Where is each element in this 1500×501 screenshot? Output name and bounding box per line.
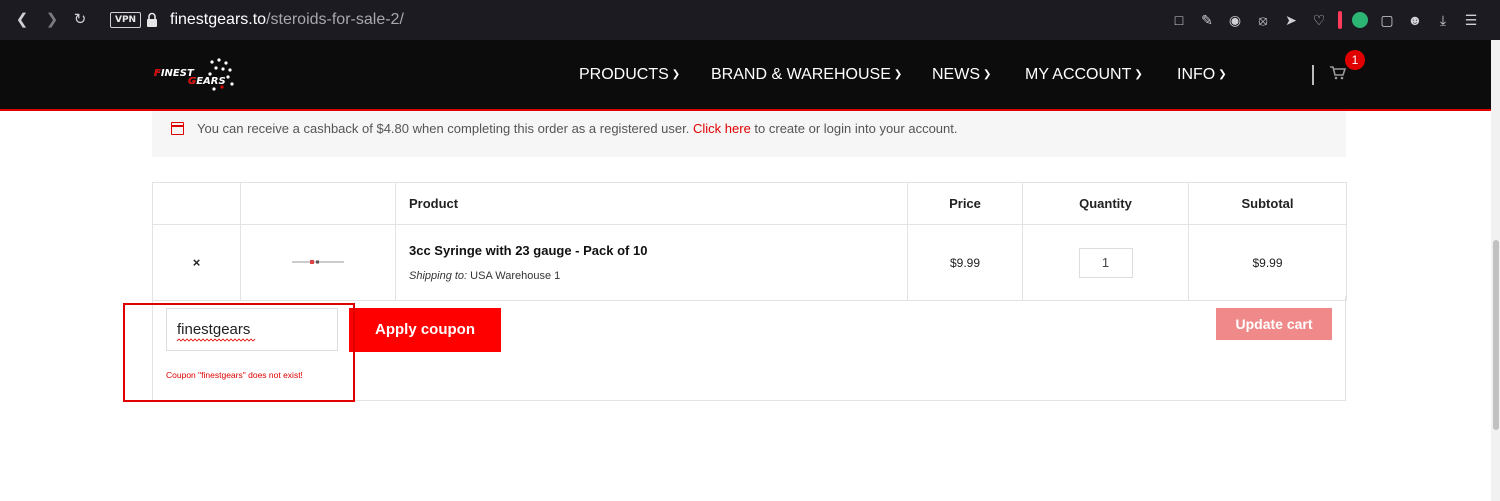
col-header-thumbnail xyxy=(240,182,396,225)
send-icon[interactable]: ➤ xyxy=(1282,11,1300,29)
chevron-down-icon: ❯ xyxy=(983,69,992,80)
browser-toolbar: ❮ ❯ ↻ VPN finestgears.to/steroids-for-sa… xyxy=(0,0,1500,40)
cart-table: Product Price Quantity Subtotal × 3cc Sy… xyxy=(152,182,1347,301)
apply-coupon-button[interactable]: Apply coupon xyxy=(349,308,501,352)
cube-icon[interactable]: ▢ xyxy=(1378,11,1396,29)
col-header-remove xyxy=(152,182,241,225)
account-icon[interactable]: ☻ xyxy=(1406,11,1424,29)
svg-text:G: G xyxy=(188,76,196,87)
chevron-down-icon: ❯ xyxy=(893,69,903,80)
toolbar-icons: □ ✎ ◉ ⦻ ➤ ♡ ▢ ☻ ⤓ ☰ xyxy=(1170,10,1480,30)
cart-icon[interactable] xyxy=(1330,66,1346,80)
product-thumbnail-cell xyxy=(240,224,396,301)
site-logo[interactable]: FINEST GEARS F G xyxy=(152,54,236,94)
address-bar[interactable]: finestgears.to/steroids-for-sale-2/ xyxy=(170,10,404,30)
menu-icon[interactable]: ☰ xyxy=(1462,11,1480,29)
nav-products[interactable]: PRODUCTS ❯ xyxy=(579,64,680,86)
nav-divider xyxy=(1312,65,1314,85)
edit-icon[interactable]: ✎ xyxy=(1198,11,1216,29)
product-name-link[interactable]: 3cc Syringe with 23 gauge - Pack of 10 xyxy=(409,243,894,258)
col-header-quantity: Quantity xyxy=(1022,182,1189,225)
nav-brand-label: BRAND & WAREHOUSE xyxy=(711,66,891,83)
remove-item-button[interactable]: × xyxy=(152,224,241,301)
nav-info-label: INFO xyxy=(1177,66,1216,83)
reload-icon[interactable]: ↻ xyxy=(70,10,90,30)
nav-my-account[interactable]: MY ACCOUNT ❯ xyxy=(1025,64,1143,86)
annotation-highlight-box xyxy=(123,303,355,402)
col-header-price: Price xyxy=(907,182,1023,225)
heart-icon[interactable]: ♡ xyxy=(1310,11,1328,29)
notice-link[interactable]: Click here xyxy=(693,121,751,136)
chevron-down-icon: ❯ xyxy=(1134,69,1143,80)
quantity-input[interactable] xyxy=(1078,247,1133,278)
download-icon[interactable]: ⤓ xyxy=(1434,11,1452,29)
product-thumbnail[interactable] xyxy=(290,257,346,267)
nav-news[interactable]: NEWS ❯ xyxy=(932,64,991,86)
notice-icon xyxy=(171,122,184,135)
chevron-down-icon: ❯ xyxy=(671,69,681,80)
quantity-cell xyxy=(1022,224,1189,301)
url-path: /steroids-for-sale-2/ xyxy=(266,11,404,28)
table-header-row: Product Price Quantity Subtotal xyxy=(152,182,1347,225)
shield-icon[interactable]: ⦻ xyxy=(1254,11,1272,29)
subtotal-cell: $9.99 xyxy=(1188,224,1347,301)
vpn-badge[interactable]: VPN xyxy=(110,12,142,28)
url-host: finestgears.to xyxy=(170,11,267,28)
product-cell: 3cc Syringe with 23 gauge - Pack of 10 S… xyxy=(395,224,908,301)
chevron-down-icon: ❯ xyxy=(1218,69,1227,80)
col-header-subtotal: Subtotal xyxy=(1188,182,1347,225)
shipping-label: Shipping to: xyxy=(409,270,468,282)
table-row: × 3cc Syringe with 23 gauge - Pack of 10… xyxy=(152,224,1347,301)
nav-news-label: NEWS xyxy=(932,66,980,83)
update-cart-button[interactable]: Update cart xyxy=(1216,308,1332,340)
nav-info[interactable]: INFO ❯ xyxy=(1177,64,1227,86)
back-icon[interactable]: ❮ xyxy=(12,10,32,30)
shipping-value: USA Warehouse 1 xyxy=(470,270,561,282)
notice-text-before: You can receive a cashback of $4.80 when… xyxy=(197,121,690,136)
camera-icon[interactable]: ◉ xyxy=(1226,11,1244,29)
col-header-product: Product xyxy=(395,182,908,225)
lock-icon xyxy=(147,12,157,27)
scrollbar-thumb[interactable] xyxy=(1493,240,1499,430)
nav-brand-warehouse[interactable]: BRAND & WAREHOUSE ❯ xyxy=(711,64,902,86)
nav-account-label: MY ACCOUNT xyxy=(1025,66,1132,83)
nav-products-label: PRODUCTS xyxy=(579,66,669,83)
svg-text:F: F xyxy=(154,68,161,79)
price-cell: $9.99 xyxy=(907,224,1023,301)
notice-text-after: to create or login into your account. xyxy=(754,121,958,136)
cashback-notice-text: You can receive a cashback of $4.80 when… xyxy=(197,121,957,137)
forward-icon[interactable]: ❯ xyxy=(42,10,62,30)
extension-icon[interactable] xyxy=(1352,12,1368,28)
cart-count-badge: 1 xyxy=(1345,50,1365,70)
shipping-info: Shipping to: USA Warehouse 1 xyxy=(409,270,894,282)
sidebar-divider xyxy=(1338,11,1342,29)
reader-icon[interactable]: □ xyxy=(1170,11,1188,29)
